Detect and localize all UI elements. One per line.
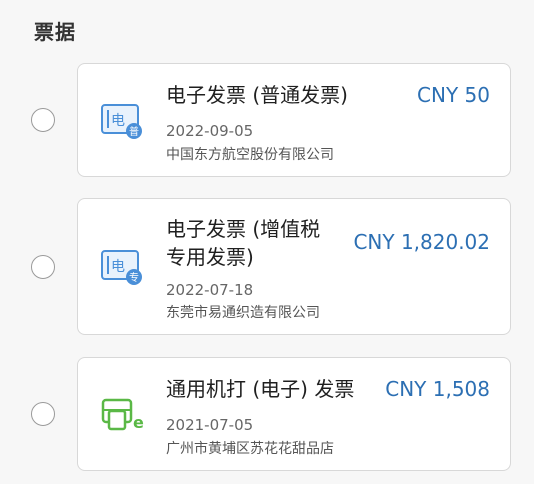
invoice-vendor: 东莞市易通织造有限公司 (166, 305, 320, 321)
invoice-amount: CNY 50 (417, 83, 490, 107)
invoice-card[interactable]: 电 专 电子发票 (增值税 专用发票) CNY 1,820.02 2022-07… (77, 198, 511, 335)
invoice-amount: CNY 1,508 (385, 377, 490, 401)
invoice-title: 通用机打 (电子) 发票 (166, 377, 355, 401)
invoice-radio[interactable] (31, 402, 55, 426)
invoice-vendor: 广州市黄埔区苏花花甜品店 (166, 441, 334, 457)
invoice-date: 2021-07-05 (166, 416, 254, 434)
icon-badge-char: 专 (129, 271, 139, 284)
invoice-date: 2022-09-05 (166, 122, 254, 140)
invoice-item: 电 普 电子发票 (普通发票) CNY 50 2022-09-05 中国东方航空… (0, 63, 534, 177)
invoice-title-line2: 专用发票) (166, 245, 254, 269)
icon-main-char: 电 (111, 113, 125, 129)
invoice-card[interactable]: 电 普 电子发票 (普通发票) CNY 50 2022-09-05 中国东方航空… (77, 63, 511, 177)
e-invoice-vat-special-icon: 电 专 (100, 247, 144, 287)
invoice-radio[interactable] (31, 255, 55, 279)
invoice-title: 电子发票 (普通发票) (166, 83, 348, 107)
icon-badge-char: e (133, 413, 144, 432)
icon-main-char: 电 (111, 259, 125, 275)
invoice-vendor: 中国东方航空股份有限公司 (166, 147, 334, 163)
invoice-card[interactable]: e 通用机打 (电子) 发票 CNY 1,508 2021-07-05 广州市黄… (77, 357, 511, 471)
section-title: 票据 (34, 20, 76, 44)
invoice-amount: CNY 1,820.02 (353, 230, 490, 254)
machine-printed-e-invoice-icon: e (100, 396, 144, 436)
e-invoice-general-icon: 电 普 (100, 101, 144, 141)
invoice-item: 电 专 电子发票 (增值税 专用发票) CNY 1,820.02 2022-07… (0, 198, 534, 335)
invoice-title-line1: 电子发票 (增值税 (166, 217, 321, 241)
invoice-selection-page: 票据 电 普 电子发票 (普通发票) CNY 50 2022-09-05 中国东… (0, 0, 534, 484)
invoice-item: e 通用机打 (电子) 发票 CNY 1,508 2021-07-05 广州市黄… (0, 357, 534, 471)
invoice-date: 2022-07-18 (166, 281, 254, 299)
icon-badge-char: 普 (129, 125, 139, 138)
invoice-radio[interactable] (31, 108, 55, 132)
